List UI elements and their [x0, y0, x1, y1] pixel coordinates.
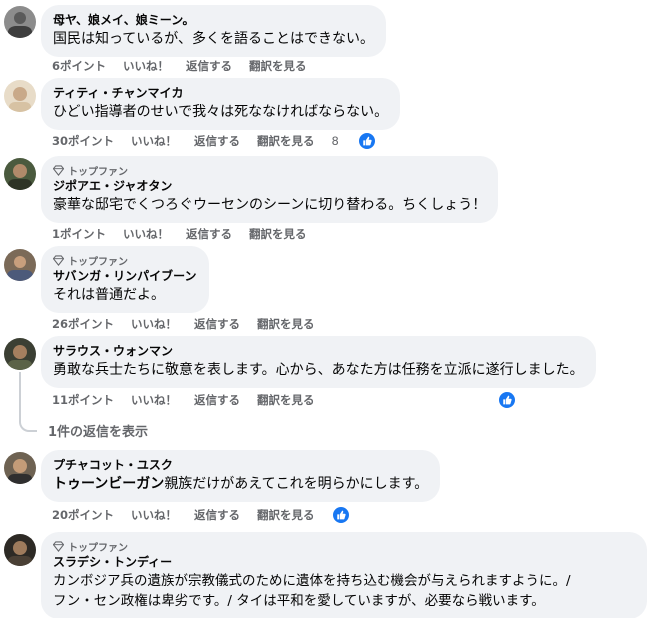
avatar[interactable] [4, 249, 36, 281]
points-count: 20ポイント [52, 508, 115, 522]
commenter-name[interactable]: サバンガ・リンパイブーン [53, 268, 197, 285]
reply-thread-curve [19, 418, 37, 432]
comment-text: 国民は知っているが、多くを語ることはできない。 [53, 31, 375, 47]
reply-button[interactable]: 返信する [186, 226, 232, 242]
comment-text: それは普通だよ。 [53, 287, 165, 303]
view-replies-link[interactable]: 1件の返信を表示 [48, 421, 148, 440]
like-reaction-icon[interactable] [331, 506, 350, 524]
comment-text-line-2: フン・セン政権は卑劣です。/ タイは平和を愛していますが、必要なら戦います。 [53, 593, 545, 609]
diamond-icon [53, 164, 64, 176]
translate-button[interactable]: 翻訳を見る [257, 316, 315, 332]
comment-bubble: トップファン ジポアエ・ジャオタン 豪華な邸宅でくつろぐウーセンのシーンに切り替… [41, 156, 499, 223]
reaction-summary[interactable]: 8 [332, 132, 393, 150]
translate-button[interactable]: 翻訳を見る [257, 133, 315, 149]
like-button[interactable]: いいね！ [131, 507, 177, 523]
comment-actions: 30ポイント いいね！ 返信する 翻訳を見る 8 [52, 132, 410, 150]
avatar[interactable] [4, 452, 36, 484]
top-fan-badge: トップファン [53, 539, 635, 554]
translate-button[interactable]: 翻訳を見る [249, 58, 307, 74]
like-reaction-icon [357, 132, 376, 150]
comment-text: トゥーンビーガン親族だけがあえてこれを明らかにします。 [53, 474, 428, 494]
commenter-name[interactable]: スラデシ・トンディー [53, 554, 635, 571]
comment-bubble: サラウス・ウォンマン 勇敢な兵士たちに敬意を表します。心から、あなた方は任務を立… [41, 336, 596, 388]
comment-bubble: トップファン サバンガ・リンパイブーン それは普通だよ。 [41, 246, 209, 313]
reply-button[interactable]: 返信する [194, 392, 240, 408]
comment-bubble: ティティ・チャンマイカ ひどい指導者のせいで我々は死ななければならない。 [41, 78, 401, 130]
like-button[interactable]: いいね！ [131, 133, 177, 149]
badge-label: トップファン [68, 542, 128, 554]
commenter-name[interactable]: ジポアエ・ジャオタン [53, 178, 486, 195]
commenter-name[interactable]: サラウス・ウォンマン [53, 343, 584, 360]
translate-button[interactable]: 翻訳を見る [249, 226, 307, 242]
translate-button[interactable]: 翻訳を見る [257, 392, 315, 408]
badge-label: トップファン [68, 166, 128, 178]
reply-button[interactable]: 返信する [194, 316, 240, 332]
comment-text: ひどい指導者のせいで我々は死ななければならない。 [53, 104, 389, 120]
comment-text: 豪華な邸宅でくつろぐウーセンのシーンに切り替わる。ちくしょう！ [53, 197, 487, 213]
like-button[interactable]: いいね！ [123, 58, 169, 74]
points-count: 6ポイント [52, 59, 107, 73]
like-button[interactable]: いいね！ [131, 316, 177, 332]
comment-text: 勇敢な兵士たちに敬意を表します。心から、あなた方は任務を立派に遂行しました。 [53, 362, 584, 378]
comment-actions: 11ポイント いいね！ 返信する 翻訳を見る [52, 391, 332, 409]
avatar[interactable] [4, 534, 36, 566]
comment-bubble: 母ヤ、娘メイ、娘ミーン。 国民は知っているが、多くを語ることはできない。 [41, 5, 387, 57]
points-count: 30ポイント [52, 134, 115, 148]
top-fan-badge: トップファン [53, 253, 197, 268]
points-count: 26ポイント [52, 317, 115, 331]
reply-thread-line [19, 372, 21, 418]
commenter-name[interactable]: 母ヤ、娘メイ、娘ミーン。 [53, 12, 374, 29]
reaction-count: 8 [331, 134, 339, 148]
avatar[interactable] [4, 80, 36, 112]
points-count: 11ポイント [52, 393, 115, 407]
avatar[interactable] [4, 6, 36, 38]
comment-actions: 1ポイント いいね！ 返信する 翻訳を見る [52, 225, 324, 243]
reply-button[interactable]: 返信する [194, 507, 240, 523]
comment-actions: 6ポイント いいね！ 返信する 翻訳を見る [52, 57, 324, 75]
reply-button[interactable]: 返信する [186, 58, 232, 74]
mentioned-name[interactable]: トゥーンビーガン [53, 476, 164, 492]
like-button[interactable]: いいね！ [131, 392, 177, 408]
top-fan-badge: トップファン [53, 163, 486, 178]
comment-actions: 26ポイント いいね！ 返信する 翻訳を見る [52, 315, 332, 333]
like-button[interactable]: いいね！ [123, 226, 169, 242]
commenter-name[interactable]: ティティ・チャンマイカ [53, 85, 388, 102]
diamond-icon [53, 540, 64, 552]
avatar[interactable] [4, 158, 36, 190]
comment-bubble: プチャコット・ユスク トゥーンビーガン親族だけがあえてこれを明らかにします。 [41, 450, 441, 502]
comment-text-rest: 親族だけがあえてこれを明らかにします。 [164, 476, 429, 492]
badge-label: トップファン [68, 256, 128, 268]
comment-bubble: トップファン スラデシ・トンディー カンボジア兵の遺族が宗教儀式のために遺体を持… [41, 532, 647, 618]
comment-text-line-1: カンボジア兵の遺族が宗教儀式のために遺体を持ち込む機会が与えられますように。/ [53, 573, 571, 589]
translate-button[interactable]: 翻訳を見る [257, 507, 315, 523]
points-count: 1ポイント [52, 227, 107, 241]
like-reaction-icon[interactable] [498, 391, 516, 409]
comment-actions: 20ポイント いいね！ 返信する 翻訳を見る [52, 506, 367, 524]
avatar[interactable] [4, 338, 36, 370]
reply-button[interactable]: 返信する [194, 133, 240, 149]
commenter-name[interactable]: プチャコット・ユスク [53, 457, 428, 474]
diamond-icon [53, 254, 64, 266]
